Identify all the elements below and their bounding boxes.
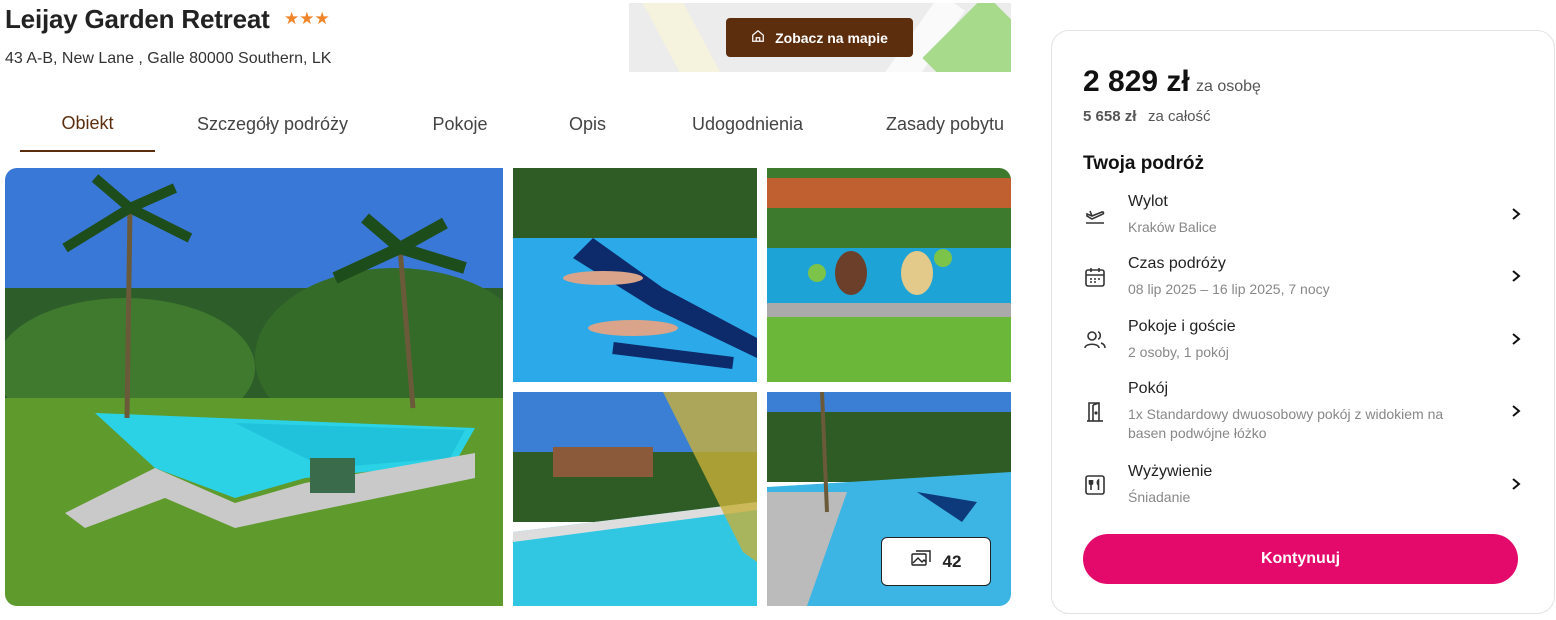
- tab-zasady-pobytu[interactable]: Zasady pobytu: [875, 96, 1015, 152]
- tab-pokoje[interactable]: Pokoje: [415, 96, 505, 152]
- price-total-unit: za całość: [1148, 108, 1211, 125]
- trip-row-departure[interactable]: Wylot Kraków Balice: [1083, 193, 1523, 237]
- gallery-photo-swimmers[interactable]: [513, 168, 757, 382]
- guests-label: Pokoje i goście: [1128, 318, 1236, 335]
- map-preview[interactable]: Zobacz na mapie: [629, 3, 1011, 72]
- home-icon: [751, 29, 765, 46]
- chevron-right-icon: [1509, 332, 1523, 346]
- all-photos-button[interactable]: 42: [881, 537, 991, 586]
- departure-value: Kraków Balice: [1128, 219, 1217, 235]
- price-total: 5 658 zł: [1083, 108, 1137, 125]
- trip-row-guests[interactable]: Pokoje i goście 2 osoby, 1 pokój: [1083, 318, 1523, 362]
- plane-departure-icon: [1083, 203, 1107, 227]
- section-tabs: Obiekt Szczegóły podróży Pokoje Opis Udo…: [20, 96, 1011, 152]
- show-on-map-label: Zobacz na mapie: [775, 29, 888, 46]
- gallery-main-photo[interactable]: [5, 168, 503, 606]
- star-rating: ★★★: [284, 9, 330, 28]
- show-on-map-button[interactable]: Zobacz na mapie: [726, 18, 913, 57]
- users-icon: [1083, 328, 1107, 352]
- images-icon: [910, 550, 931, 573]
- tab-szczegoly-podrozy[interactable]: Szczegóły podróży: [180, 96, 365, 152]
- chevron-right-icon: [1509, 404, 1523, 418]
- dates-value: 08 lip 2025 – 16 lip 2025, 7 nocy: [1128, 281, 1330, 297]
- cutlery-icon: [1083, 473, 1107, 497]
- calendar-icon: [1083, 265, 1107, 289]
- chevron-right-icon: [1509, 269, 1523, 283]
- price-per-person: 2 829 zł: [1083, 65, 1190, 98]
- tab-opis[interactable]: Opis: [550, 96, 625, 152]
- booking-summary-card: 2 829 zł za osobę 5 658 zł za całość Two…: [1051, 30, 1555, 614]
- departure-label: Wylot: [1128, 193, 1168, 210]
- room-value: 1x Standardowy dwuosobowy pokój z widoki…: [1128, 406, 1444, 441]
- gallery-photo-pool-coconuts[interactable]: [767, 168, 1011, 382]
- trip-row-room[interactable]: Pokój 1x Standardowy dwuosobowy pokój z …: [1083, 380, 1523, 444]
- trip-heading: Twoja podróż: [1083, 153, 1205, 174]
- room-label: Pokój: [1128, 380, 1169, 397]
- door-icon: [1083, 400, 1107, 424]
- dates-label: Czas podróży: [1128, 255, 1226, 272]
- tab-obiekt[interactable]: Obiekt: [20, 96, 155, 152]
- board-label: Wyżywienie: [1128, 463, 1213, 480]
- tab-udogodnienia[interactable]: Udogodnienia: [675, 96, 820, 152]
- trip-row-board[interactable]: Wyżywienie Śniadanie: [1083, 463, 1523, 507]
- guests-value: 2 osoby, 1 pokój: [1128, 344, 1229, 360]
- board-value: Śniadanie: [1128, 489, 1191, 505]
- chevron-right-icon: [1509, 207, 1523, 221]
- trip-row-dates[interactable]: Czas podróży 08 lip 2025 – 16 lip 2025, …: [1083, 255, 1523, 299]
- hotel-name: Leijay Garden Retreat: [5, 4, 270, 34]
- price-per-person-unit: za osobę: [1196, 78, 1261, 95]
- continue-button[interactable]: Kontynuuj: [1083, 534, 1518, 584]
- hotel-address: 43 A-B, New Lane , Galle 80000 Southern,…: [5, 50, 332, 67]
- photo-count: 42: [942, 551, 962, 571]
- chevron-right-icon: [1509, 477, 1523, 491]
- gallery-photo-pool-garden[interactable]: [513, 392, 757, 606]
